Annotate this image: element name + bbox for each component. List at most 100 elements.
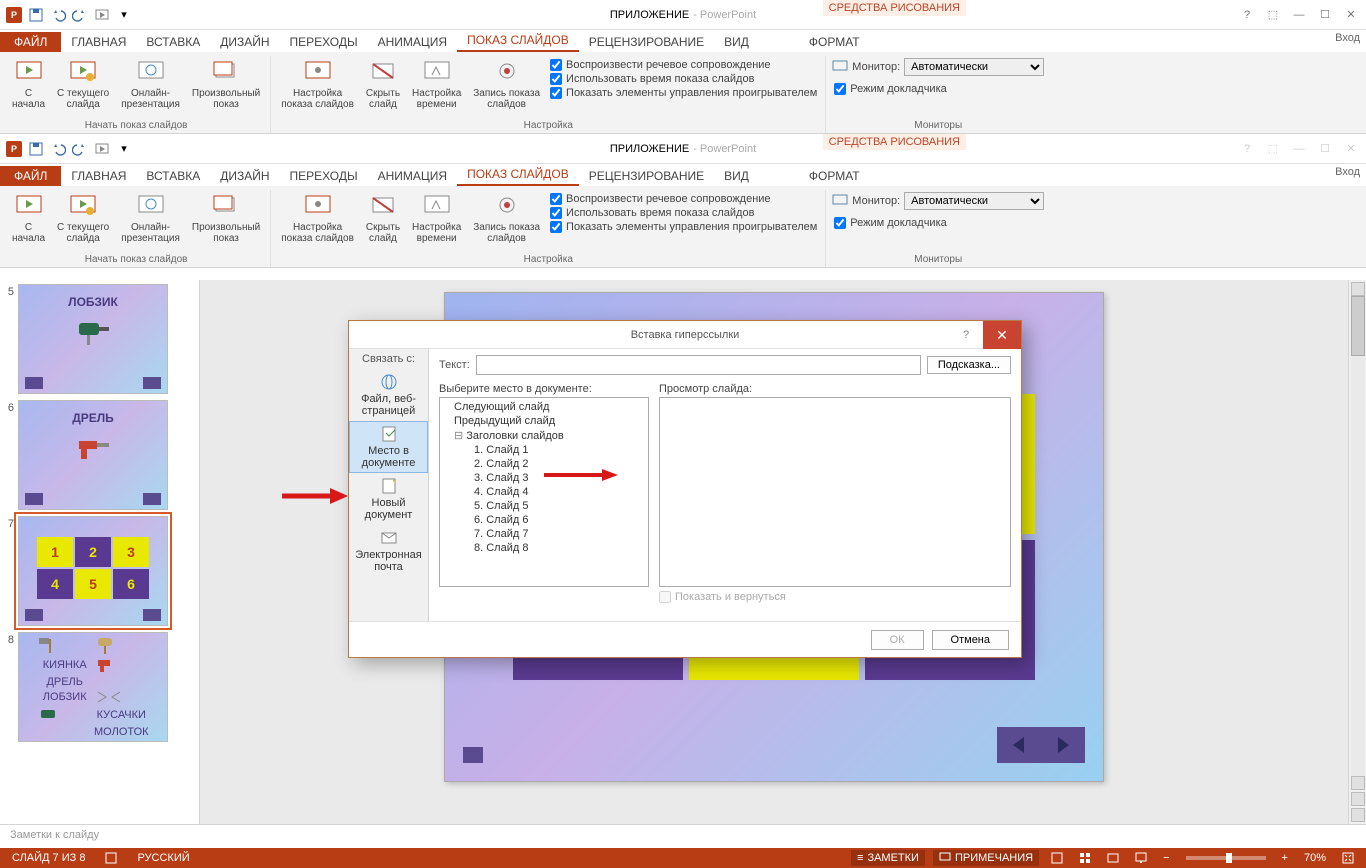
close-icon[interactable]: ✕	[1340, 138, 1362, 160]
maximize-icon[interactable]: ☐	[1314, 4, 1336, 26]
slide-indicator[interactable]: СЛАЙД 7 ИЗ 8	[8, 852, 89, 864]
place-in-document-tree[interactable]: Следующий слайд Предыдущий слайд Заголов…	[439, 397, 649, 587]
tab-review[interactable]: РЕЦЕНЗИРОВАНИЕ	[579, 166, 714, 186]
tab-view[interactable]: ВИД	[714, 32, 759, 52]
linkwith-new-doc[interactable]: Новый документ	[349, 473, 428, 525]
hide-slide-button[interactable]: Скрыть слайд	[362, 190, 404, 246]
tab-file[interactable]: ФАЙЛ	[0, 32, 61, 52]
start-from-beginning-icon[interactable]	[92, 5, 112, 25]
dialog-help-icon[interactable]: ?	[951, 321, 981, 349]
redo-icon[interactable]	[70, 139, 90, 159]
zoom-in-icon[interactable]: +	[1278, 852, 1292, 864]
from-beginning-button[interactable]: С начала	[8, 190, 49, 246]
qat-dropdown-icon[interactable]: ▾	[114, 5, 134, 25]
thumbnail-7[interactable]: 7 1 2 3 4 5 6	[2, 516, 197, 626]
tree-slide-8[interactable]: 8. Слайд 8	[440, 541, 648, 555]
ribbon-display-icon[interactable]: ⬚	[1262, 138, 1284, 160]
from-current-button[interactable]: С текущего слайда	[53, 56, 113, 112]
minimize-icon[interactable]: —	[1288, 4, 1310, 26]
tab-format[interactable]: ФОРМАТ	[799, 32, 870, 52]
maximize-icon[interactable]: ☐	[1314, 138, 1336, 160]
signin-link[interactable]: Вход	[1335, 32, 1360, 44]
tab-review[interactable]: РЕЦЕНЗИРОВАНИЕ	[579, 32, 714, 52]
presenter-view-checkbox[interactable]: Режим докладчика	[832, 82, 948, 96]
play-narrations-checkbox[interactable]: Воспроизвести речевое сопровождение	[548, 192, 819, 206]
tree-slide-titles-header[interactable]: Заголовки слайдов	[440, 428, 648, 443]
present-online-button[interactable]: Онлайн- презентация	[117, 190, 184, 246]
tree-prev-slide[interactable]: Предыдущий слайд	[440, 414, 648, 428]
slide-thumbnail-pane[interactable]: 5 ЛОБЗИК 6 ДРЕЛЬ 7 1 2 3 4	[0, 280, 200, 824]
monitor-selector[interactable]: Монитор:Автоматически	[832, 56, 1044, 78]
tree-next-slide[interactable]: Следующий слайд	[440, 400, 648, 414]
notes-button[interactable]: ≡ ЗАМЕТКИ	[851, 850, 925, 866]
presenter-view-checkbox[interactable]: Режим докладчика	[832, 216, 948, 230]
zoom-slider[interactable]	[1186, 856, 1266, 860]
tree-slide-5[interactable]: 5. Слайд 5	[440, 499, 648, 513]
close-icon[interactable]: ✕	[1340, 4, 1362, 26]
powerpoint-icon[interactable]: P	[4, 5, 24, 25]
save-icon[interactable]	[26, 139, 46, 159]
notes-pane[interactable]: Заметки к слайду	[0, 824, 1366, 848]
scroll-up-icon[interactable]	[1351, 282, 1365, 296]
dialog-close-icon[interactable]: ✕	[983, 321, 1021, 349]
from-current-button[interactable]: С текущего слайда	[53, 190, 113, 246]
tab-view[interactable]: ВИД	[714, 166, 759, 186]
tree-slide-1[interactable]: 1. Слайд 1	[440, 443, 648, 457]
slide-prev-button[interactable]	[997, 727, 1041, 763]
monitor-select[interactable]: Автоматически	[904, 58, 1044, 76]
redo-icon[interactable]	[70, 5, 90, 25]
zoom-percent[interactable]: 70%	[1300, 852, 1330, 864]
comments-button[interactable]: ПРИМЕЧАНИЯ	[933, 850, 1039, 866]
cancel-button[interactable]: Отмена	[932, 630, 1009, 650]
monitor-select[interactable]: Автоматически	[904, 192, 1044, 210]
tab-insert[interactable]: ВСТАВКА	[136, 166, 210, 186]
screentip-button[interactable]: Подсказка...	[927, 356, 1011, 374]
reading-view-icon[interactable]	[1103, 852, 1123, 864]
fit-to-window-icon[interactable]	[1338, 852, 1358, 864]
help-icon[interactable]: ?	[1236, 138, 1258, 160]
start-from-beginning-icon[interactable]	[92, 139, 112, 159]
help-icon[interactable]: ?	[1236, 4, 1258, 26]
tree-slide-6[interactable]: 6. Слайд 6	[440, 513, 648, 527]
tab-transitions[interactable]: ПЕРЕХОДЫ	[280, 32, 368, 52]
play-narrations-checkbox[interactable]: Воспроизвести речевое сопровождение	[548, 58, 819, 72]
prev-slide-icon[interactable]	[1351, 792, 1365, 806]
show-and-return-checkbox[interactable]: Показать и вернуться	[659, 591, 1011, 603]
tab-slideshow[interactable]: ПОКАЗ СЛАЙДОВ	[457, 164, 579, 186]
tree-slide-7[interactable]: 7. Слайд 7	[440, 527, 648, 541]
ok-button[interactable]: ОК	[871, 630, 924, 650]
tab-home[interactable]: ГЛАВНАЯ	[61, 166, 136, 186]
thumbnail-5[interactable]: 5 ЛОБЗИК	[2, 284, 197, 394]
rehearse-timings-button[interactable]: Настройка времени	[408, 56, 465, 112]
save-icon[interactable]	[26, 5, 46, 25]
setup-slideshow-button[interactable]: Настройка показа слайдов	[277, 190, 358, 246]
thumbnail-6[interactable]: 6 ДРЕЛЬ	[2, 400, 197, 510]
slideshow-view-icon[interactable]	[1131, 852, 1151, 864]
zoom-out-icon[interactable]: −	[1159, 852, 1173, 864]
from-beginning-button[interactable]: С начала	[8, 56, 49, 112]
custom-slideshow-button[interactable]: Произвольный показ	[188, 56, 264, 112]
tab-format[interactable]: ФОРМАТ	[799, 166, 870, 186]
record-slideshow-button[interactable]: Запись показа слайдов	[469, 190, 544, 246]
slide-sorter-view-icon[interactable]	[1075, 852, 1095, 864]
normal-view-icon[interactable]	[1047, 852, 1067, 864]
tree-slide-4[interactable]: 4. Слайд 4	[440, 485, 648, 499]
tab-design[interactable]: ДИЗАЙН	[210, 32, 279, 52]
tab-file[interactable]: ФАЙЛ	[0, 166, 61, 186]
present-online-button[interactable]: Онлайн- презентация	[117, 56, 184, 112]
dialog-titlebar[interactable]: Вставка гиперссылки ? ✕	[349, 321, 1021, 349]
custom-slideshow-button[interactable]: Произвольный показ	[188, 190, 264, 246]
powerpoint-icon[interactable]: P	[4, 139, 24, 159]
linkwith-file-web[interactable]: Файл, веб-страницей	[349, 369, 428, 421]
thumbnail-8[interactable]: 8 КИЯНКА ДРЕЛЬ ЛОБЗИК КУСАЧКИ МОЛОТОК	[2, 632, 197, 742]
undo-icon[interactable]	[48, 139, 68, 159]
slide-next-button[interactable]	[1041, 727, 1085, 763]
minimize-icon[interactable]: —	[1288, 138, 1310, 160]
vertical-scrollbar[interactable]	[1348, 280, 1366, 824]
monitor-selector[interactable]: Монитор:Автоматически	[832, 190, 1044, 212]
hide-slide-button[interactable]: Скрыть слайд	[362, 56, 404, 112]
next-slide-icon[interactable]	[1351, 808, 1365, 822]
slide-small-nav-icon[interactable]	[463, 747, 483, 763]
tab-home[interactable]: ГЛАВНАЯ	[61, 32, 136, 52]
undo-icon[interactable]	[48, 5, 68, 25]
